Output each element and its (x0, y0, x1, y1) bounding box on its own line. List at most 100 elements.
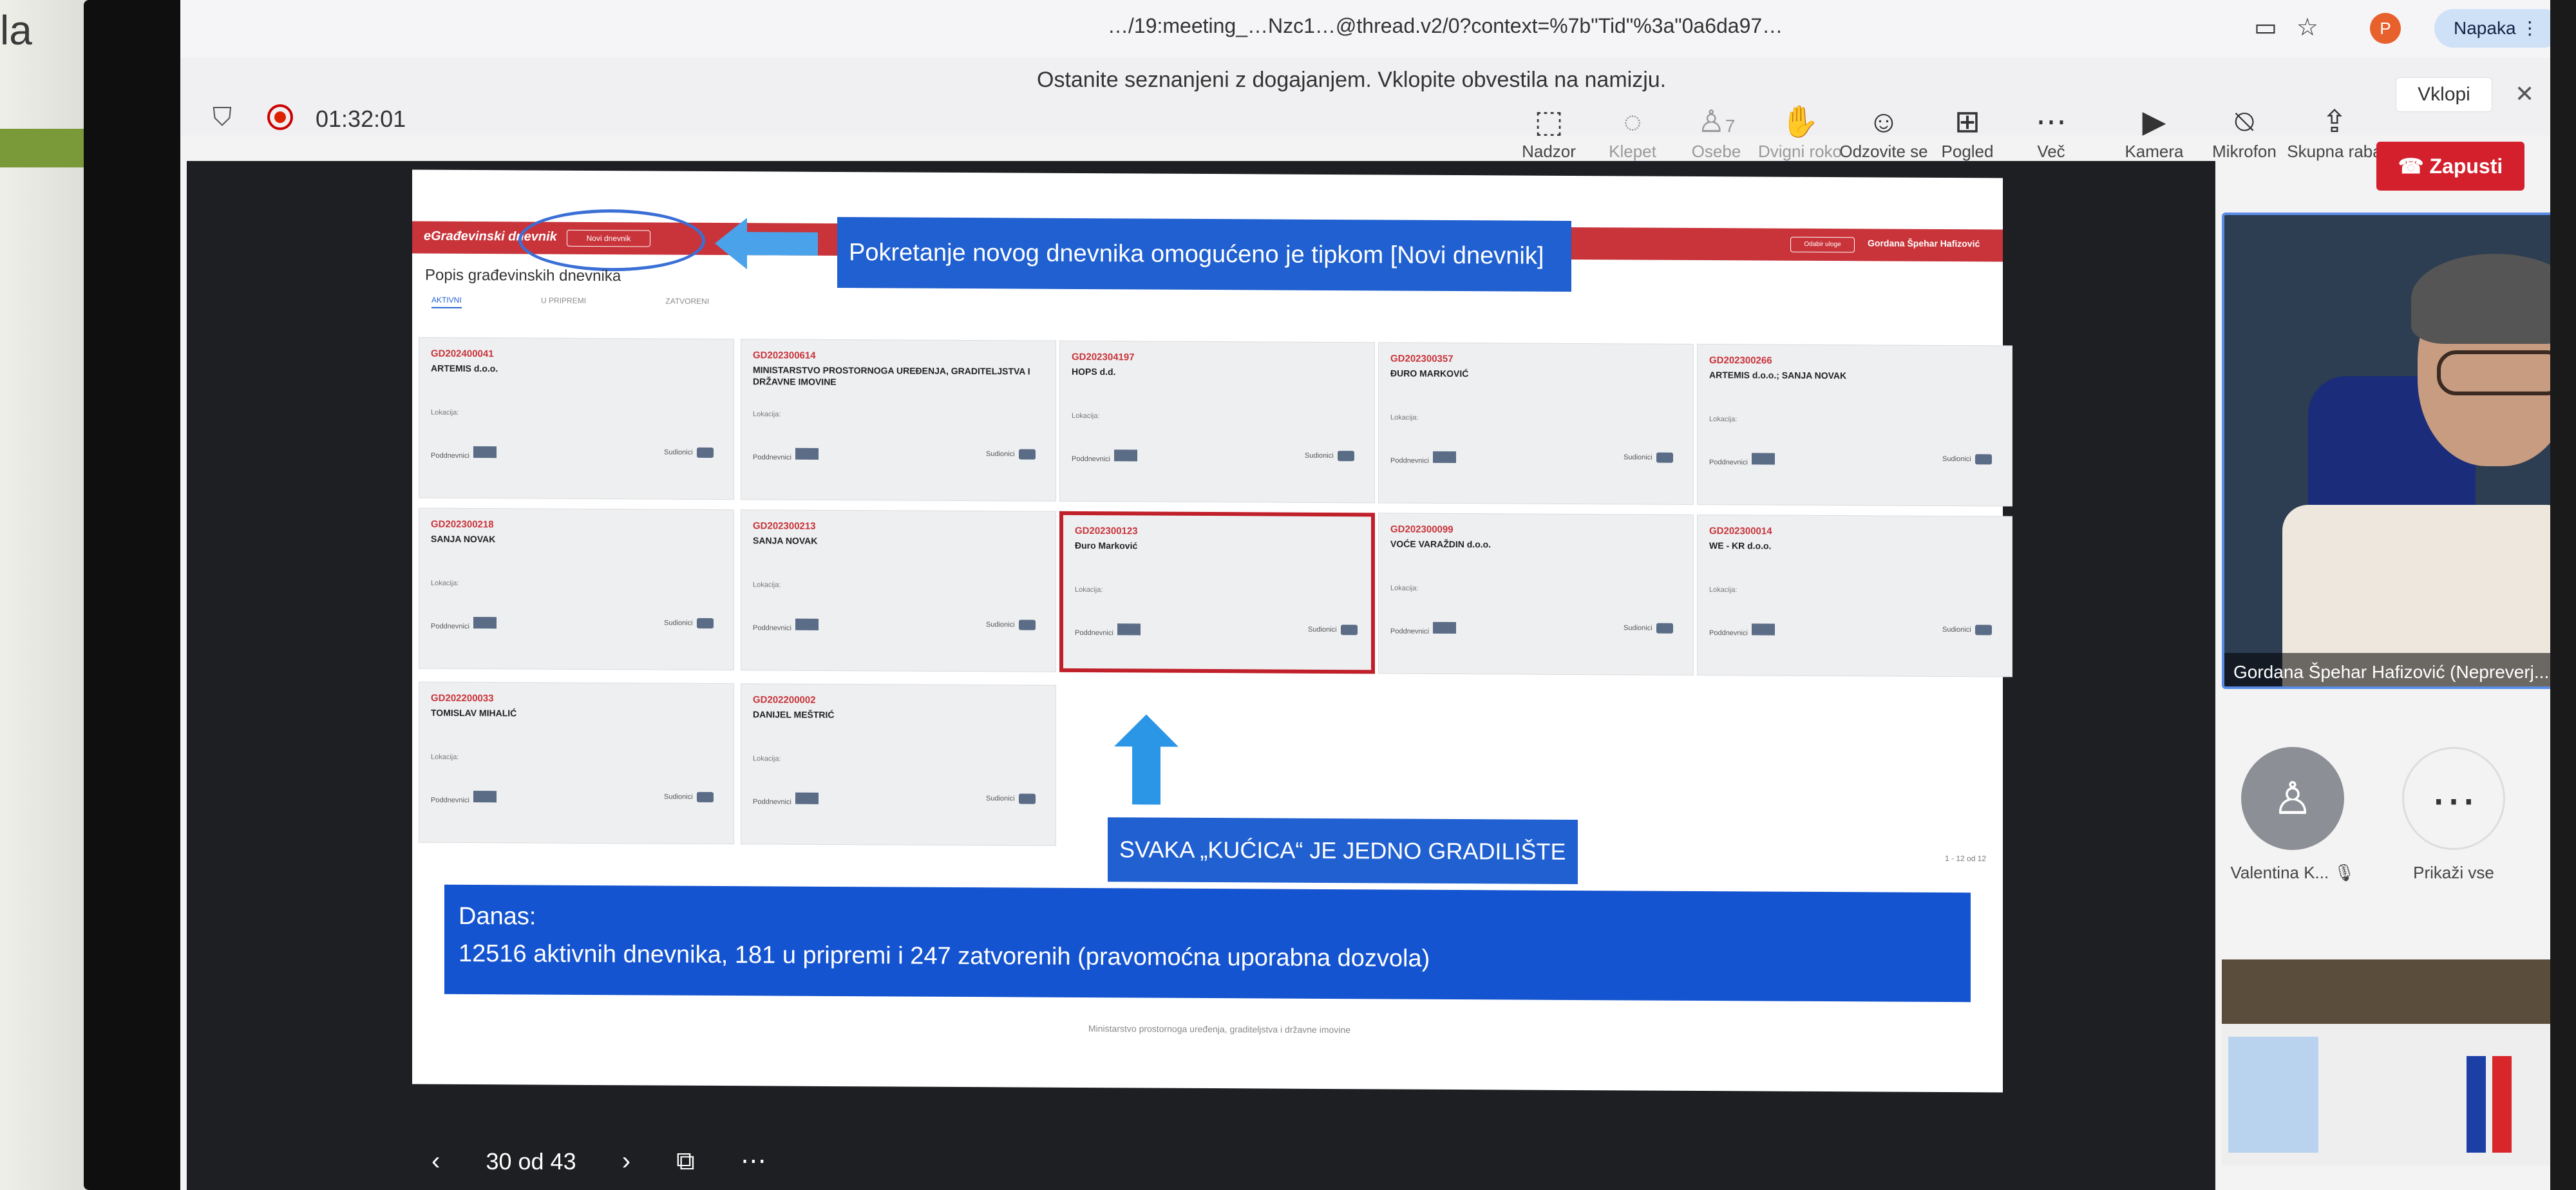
diary-card[interactable]: GD202300099 VOĆE VARAŽDIN d.o.o. Lokacija:… (1378, 513, 1694, 675)
diary-owner: WE - KR d.o.o. (1709, 540, 1772, 551)
eye-icon (696, 791, 714, 802)
phone-icon: ☎ (2398, 155, 2430, 178)
diary-code: GD202300099 (1390, 524, 1454, 535)
more-icon: ⋯ (2036, 105, 2067, 139)
presentation-slide: eGrađevinski dnevnik Novi dnevnik Odabir… (412, 169, 2012, 1093)
share-button[interactable]: ⇪ Skupna raba (2286, 103, 2383, 162)
participants: Sudionici (1624, 623, 1673, 634)
leave-button[interactable]: ☎ Zapusti (2376, 142, 2524, 191)
diary-owner: DANIJEL MEŠTRIĆ (753, 709, 835, 720)
next-slide-icon[interactable]: › (622, 1147, 630, 1175)
diary-code: GD202300123 (1075, 525, 1138, 537)
people-button[interactable]: ♙7 Osebe (1668, 103, 1765, 162)
url-text[interactable]: …/19:meeting_…Nzc1…@thread.v2/0?context=… (1108, 14, 1783, 38)
more-icon: ⋯ (2402, 747, 2505, 850)
recording-icon (267, 104, 293, 130)
view-button[interactable]: ⊞ Pogled (1919, 103, 2016, 162)
diary-card[interactable]: GD202300213 SANJA NOVAK Lokacija: Poddnevni… (741, 509, 1056, 672)
notification-message: Ostanite seznanjeni z dogajanjem. Vklopi… (1037, 68, 1667, 92)
diary-card[interactable]: GD202300218 SANJA NOVAK Lokacija: Poddnevni… (419, 507, 734, 671)
diary-owner: ARTEMIS d.o.o.; SANJA NOVAK (1709, 370, 1847, 381)
subdiary-count-badge (473, 791, 497, 803)
highlight-circle (518, 209, 705, 272)
participants: Sudionici (664, 618, 714, 628)
prev-slide-icon[interactable]: ‹ (431, 1147, 440, 1175)
subdiary-count-badge (1432, 621, 1456, 634)
camera-blocked-icon[interactable]: ▭ (2254, 14, 2297, 41)
diary-code: GD202304197 (1072, 351, 1135, 363)
diary-card[interactable]: GD202300123 Đuro Marković Lokacija: Poddnev… (1059, 511, 1375, 674)
more-options-icon[interactable]: ⋯ (741, 1147, 766, 1175)
subdiary-count-badge (1751, 623, 1775, 636)
mic-button[interactable]: ⍉ Mikrofon (2196, 103, 2293, 162)
diary-code: GD202200002 (753, 694, 816, 706)
diary-card[interactable]: GD202304197 HOPS d.d. Lokacija: Poddnevnici… (1059, 340, 1375, 504)
participant-video-room[interactable] (2222, 959, 2550, 1166)
subdiaries: Poddnevnici (753, 448, 819, 462)
subdiary-count-badge (1117, 623, 1141, 636)
callout-new-diary: Pokretanje novog dnevnika omogućeno je t… (837, 216, 1571, 292)
show-all-button[interactable]: ⋯ Prikaži vse (2389, 747, 2518, 883)
subdiaries: Poddnevnici (753, 792, 819, 806)
diary-card[interactable]: GD202300614 MINISTARSTVO PROSTORNOGA UREĐ… (741, 339, 1056, 502)
participants: Sudionici (986, 793, 1036, 804)
slide-footer: Ministarstvo prostornoga uređenja, gradi… (1088, 1023, 1350, 1035)
bookmark-star-icon[interactable]: ☆ (2297, 14, 2338, 41)
supervise-button[interactable]: ⬚ Nadzor (1501, 103, 1597, 162)
room-ceiling (2222, 959, 2550, 1024)
thumbnails-icon[interactable]: ⧉ (676, 1147, 695, 1175)
diary-location-label: Lokacija: (431, 408, 459, 417)
tab-active: AKTIVNI (431, 295, 462, 308)
diary-code: GD202300218 (431, 518, 494, 531)
diary-owner: ARTEMIS d.o.o. (431, 363, 498, 374)
leave-label: Zapusti (2429, 155, 2503, 178)
diary-card[interactable]: GD202200033 TOMISLAV MIHALIĆ Lokacija: Podd… (419, 681, 734, 845)
diary-card[interactable]: GD202300014 WE - KR d.o.o. Lokacija: Poddne… (1697, 514, 2012, 677)
diary-card[interactable]: GD202300357 ĐURO MARKOVIĆ Lokacija: Poddnev… (1378, 342, 1694, 505)
participant-video-main[interactable]: Gordana Špehar Hafizović (Nepreverj... (2222, 212, 2550, 689)
eye-icon (1340, 625, 1358, 636)
diary-location-label: Lokacija: (1709, 415, 1738, 424)
participants: Sudionici (986, 449, 1036, 460)
shield-icon: ⛉ (213, 103, 232, 131)
diary-location-label: Lokacija: (1075, 585, 1103, 594)
participant-tile[interactable]: ♙ Valentina K... 🎙 (2228, 747, 2357, 883)
diary-code: GD202300213 (753, 520, 816, 532)
subdiaries: Poddnevnici (431, 446, 497, 460)
diary-code: GD202300266 (1709, 355, 1772, 366)
arrow-left-icon (715, 218, 818, 270)
profile-avatar[interactable]: P (2370, 13, 2401, 44)
browser-window: …/19:meeting_…Nzc1…@thread.v2/0?context=… (180, 0, 2550, 1190)
callout-each-house: SVAKA „KUĆICA“ JE JEDNO GRADILIŠTE (1108, 817, 1578, 885)
video-camera-icon: ▶ (2142, 105, 2166, 139)
diary-code: GD202400041 (431, 348, 494, 360)
diary-location-label: Lokacija: (1709, 586, 1738, 594)
subdiary-count-badge (473, 446, 497, 458)
diary-card-grid: GD202400041 ARTEMIS d.o.o. Lokacija: Poddne… (412, 170, 2012, 846)
diary-location-label: Lokacija: (753, 755, 781, 763)
participants: Sudionici (986, 619, 1036, 630)
raise-hand-button[interactable]: ✋ Dvigni roko (1752, 103, 1848, 162)
participants: Sudionici (1308, 625, 1358, 636)
diary-location-label: Lokacija: (1072, 411, 1100, 420)
diary-card[interactable]: GD202300266 ARTEMIS d.o.o.; SANJA NOVAK Lo… (1697, 343, 2012, 507)
tab-in-preparation: U PRIPREMI (541, 296, 587, 305)
eye-icon (1337, 451, 1354, 462)
chat-button[interactable]: ◌ Klepet (1584, 103, 1681, 162)
grid-icon: ⊞ (1954, 105, 1981, 139)
camera-button[interactable]: ▶ Kamera (2106, 103, 2202, 162)
video-caption: Gordana Špehar Hafizović (Nepreverj... (2224, 653, 2550, 686)
more-button[interactable]: ⋯ Več (2003, 103, 2099, 162)
participants: Sudionici (664, 791, 714, 802)
eye-icon (1656, 452, 1673, 463)
error-button[interactable]: Napaka ⋮ (2434, 9, 2550, 48)
participant-name: Valentina K... (2230, 863, 2329, 882)
room-green-stripe (0, 129, 84, 167)
diary-card[interactable]: GD202200002 DANIJEL MEŠTRIĆ Lokacija: Poddn… (741, 683, 1056, 846)
share-icon: ⇪ (2321, 105, 2348, 139)
diary-card[interactable]: GD202400041 ARTEMIS d.o.o. Lokacija: Poddne… (419, 337, 734, 500)
pagination-count: 1 - 12 od 12 (1945, 853, 1987, 864)
status-tabs: AKTIVNI U PRIPREMI ZATVORENI (431, 295, 786, 308)
react-button[interactable]: ☺ Odzovite se (1835, 103, 1932, 162)
diary-owner: Đuro Marković (1075, 540, 1138, 551)
